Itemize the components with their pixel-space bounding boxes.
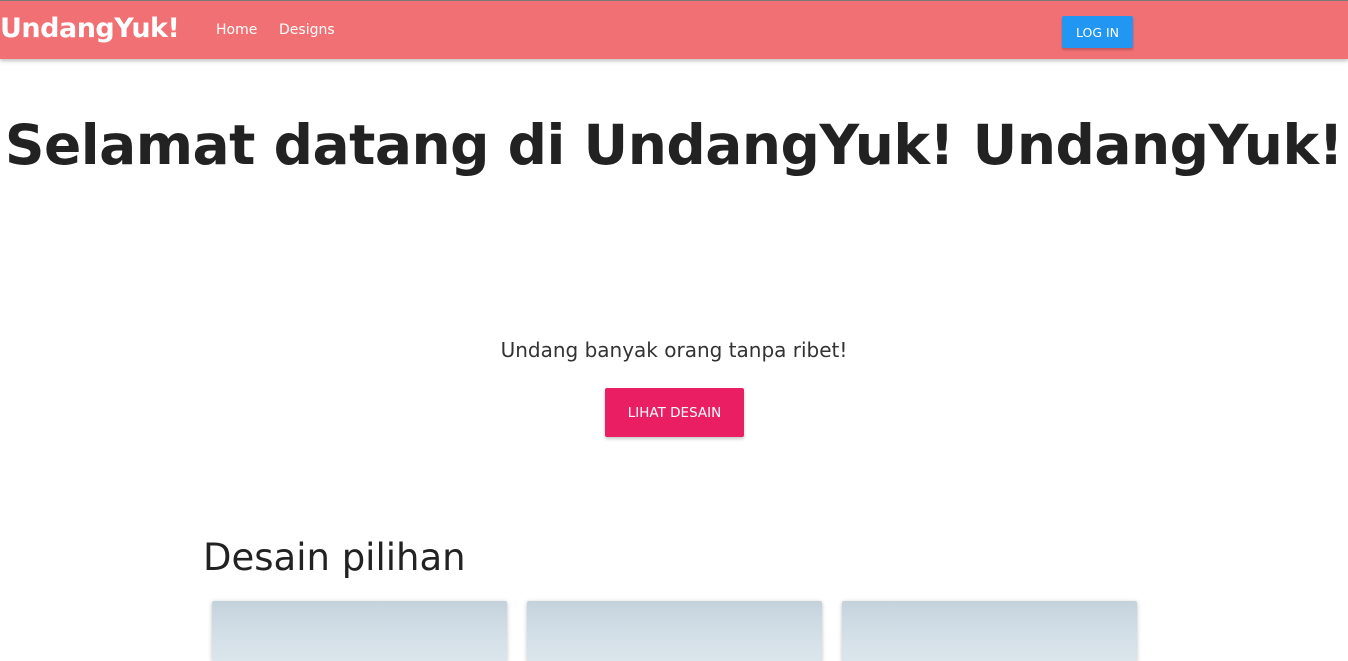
login-button[interactable]: LOG IN xyxy=(1062,16,1133,48)
design-card[interactable] xyxy=(212,601,507,661)
hero-tagline: Undang banyak orang tanpa ribet! xyxy=(500,338,848,362)
brand-logo[interactable]: UndangYuk! xyxy=(0,13,180,44)
design-preview-image xyxy=(842,601,1137,661)
design-card[interactable] xyxy=(527,601,822,661)
top-navbar: UndangYuk! Home Designs LOG IN xyxy=(0,0,1348,59)
design-card[interactable] xyxy=(842,601,1137,661)
hero-title: Selamat datang di UndangYuk! UndangYuk! xyxy=(4,113,1344,177)
design-preview-image xyxy=(527,601,822,661)
design-preview-image xyxy=(212,601,507,661)
view-designs-button[interactable]: LIHAT DESAIN xyxy=(605,388,744,437)
nav-link-designs[interactable]: Designs xyxy=(279,22,335,38)
nav-link-home[interactable]: Home xyxy=(216,22,257,38)
featured-section-title: Desain pilihan xyxy=(203,536,466,579)
